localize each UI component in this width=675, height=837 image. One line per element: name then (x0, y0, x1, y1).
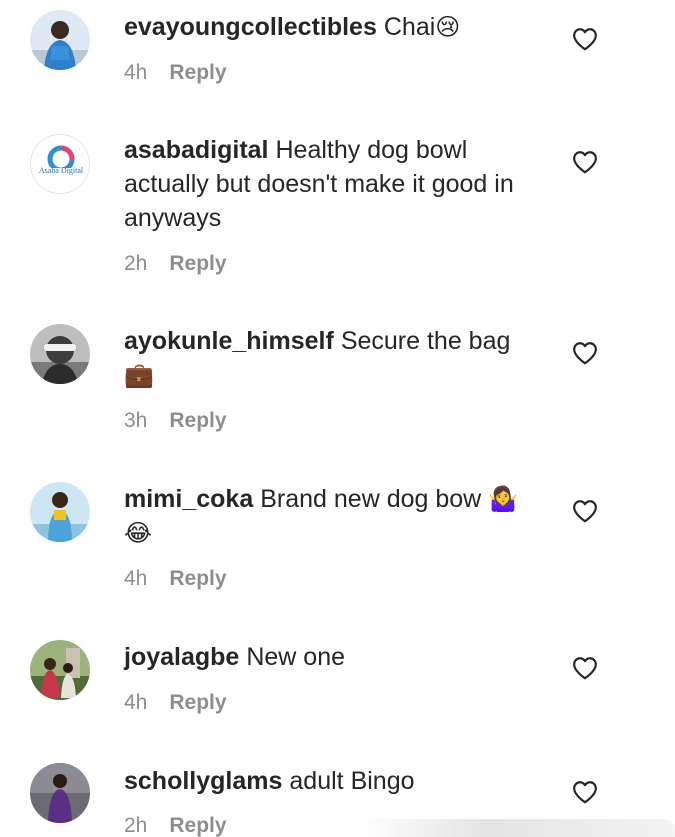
heart-outline-icon (573, 28, 597, 51)
comment-text: Brand new dog bow (260, 485, 482, 513)
comment-body: evayoungcollectibles Chai😢 (124, 10, 544, 44)
comment-username[interactable]: schollyglams (124, 767, 282, 795)
avatar[interactable] (30, 640, 90, 700)
comment-meta: 4h Reply (124, 689, 227, 717)
comment-meta: 4h Reply (124, 59, 227, 87)
comment-body: joyalagbe New one (124, 640, 544, 674)
heart-outline-icon (573, 500, 597, 523)
reply-button[interactable]: Reply (169, 567, 226, 590)
comment-body: mimi_coka Brand new dog bow 🤷‍♀️ 😂 (124, 482, 544, 550)
comment-text: adult Bingo (289, 767, 415, 795)
comment-username[interactable]: evayoungcollectibles (124, 13, 377, 41)
avatar[interactable] (30, 324, 90, 384)
comment-timestamp: 2h (124, 814, 148, 837)
like-button[interactable] (572, 780, 598, 804)
heart-outline-icon (573, 781, 597, 804)
comment-timestamp: 2h (124, 252, 148, 275)
reply-button[interactable]: Reply (169, 61, 226, 84)
comment-meta: 3h Reply (124, 407, 227, 435)
avatar[interactable] (30, 763, 90, 823)
heart-outline-icon (573, 342, 597, 365)
comment-text: Secure the bag (340, 327, 511, 355)
reply-button[interactable]: Reply (169, 691, 226, 714)
avatar[interactable] (30, 482, 90, 542)
comment-meta: 2h Reply (124, 812, 227, 837)
comment-list: evayoungcollectibles Chai😢 4h Reply Asaba … (0, 0, 675, 837)
comment-meta: 4h Reply (124, 565, 227, 593)
comment-username[interactable]: asabadigital (124, 136, 269, 164)
comment-username[interactable]: mimi_coka (124, 485, 253, 513)
like-button[interactable] (572, 499, 598, 523)
like-button[interactable] (572, 656, 598, 680)
reply-button[interactable]: Reply (169, 814, 226, 837)
comment-body: schollyglams adult Bingo (124, 764, 544, 798)
comment-timestamp: 3h (124, 409, 148, 432)
crying-face-emoji: 😢 (435, 13, 461, 41)
comment-meta: 2h Reply (124, 250, 227, 278)
avatar[interactable] (30, 10, 90, 70)
like-button[interactable] (572, 341, 598, 365)
heart-outline-icon (573, 657, 597, 680)
comment-username[interactable]: joyalagbe (124, 643, 239, 671)
comment-text: New one (246, 643, 345, 671)
comment-timestamp: 4h (124, 691, 148, 714)
heart-outline-icon (573, 151, 597, 174)
reply-button[interactable]: Reply (169, 409, 226, 432)
comment-body: asabadigital Healthy dog bowl actually bu… (124, 133, 544, 235)
avatar[interactable]: Asaba Digital (30, 134, 90, 194)
comment-timestamp: 4h (124, 61, 148, 84)
comment-username[interactable]: ayokunle_himself (124, 327, 334, 355)
like-button[interactable] (572, 150, 598, 174)
comment-timestamp: 4h (124, 567, 148, 590)
comment-body: ayokunle_himself Secure the bag 💼 (124, 324, 544, 392)
like-button[interactable] (572, 27, 598, 51)
briefcase-emoji: 💼 (124, 361, 154, 389)
scroll-overlay (360, 819, 675, 837)
comment-text: Chai (383, 13, 436, 41)
reply-button[interactable]: Reply (169, 252, 226, 275)
avatar-logo-text: Asaba Digital (38, 166, 84, 175)
